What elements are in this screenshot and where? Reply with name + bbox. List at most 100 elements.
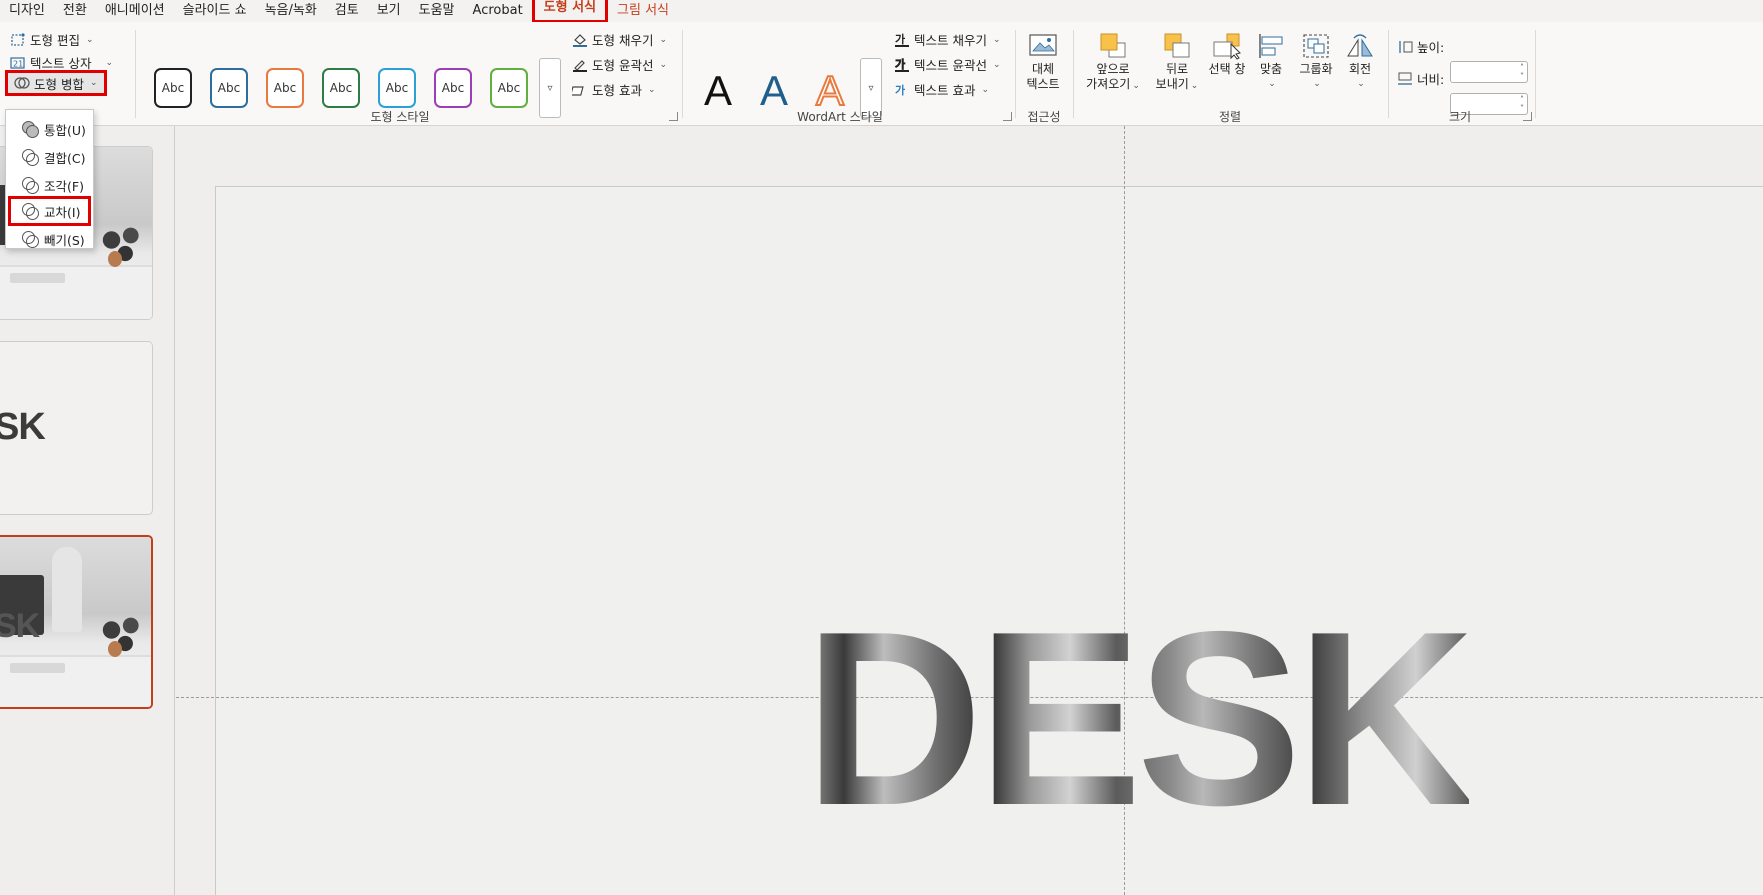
merge-shapes-icon <box>14 76 30 90</box>
chevron-down-icon: ⌄ <box>1190 81 1199 91</box>
edit-shape-icon <box>10 32 26 47</box>
wordart-style-black[interactable]: A <box>692 65 744 117</box>
height-spinner[interactable]: ˄ ˅ <box>1520 63 1524 81</box>
chevron-down-icon: ⌄ <box>1357 79 1365 89</box>
thumbnail-text: SK <box>0 406 46 448</box>
pen-icon <box>572 58 588 72</box>
chevron-down-icon: ⌄ <box>992 34 1001 45</box>
text-fill-icon: 가 <box>894 32 910 47</box>
chevron-down-icon: ⌄ <box>89 78 98 88</box>
merge-shapes-button[interactable]: 도형 병합 ⌄ <box>5 70 107 96</box>
send-backward-button[interactable]: 뒤로 보내기 ⌄ <box>1148 32 1206 94</box>
chevron-down-icon: ⌄ <box>105 57 114 68</box>
ribbon-tab-bar: 디자인 전환 애니메이션 슬라이드 쇼 녹음/녹화 검토 보기 도움말 Acro… <box>0 0 1763 23</box>
group-separator <box>1388 30 1389 118</box>
chevron-down-icon: ⌄ <box>992 59 1001 70</box>
text-effects-button[interactable]: 가 텍스트 효과 ⌄ <box>894 80 989 99</box>
svg-text:가: 가 <box>895 58 905 71</box>
tab-view[interactable]: 보기 <box>368 0 410 22</box>
wordart-launcher-icon[interactable] <box>1003 112 1012 121</box>
width-label: 너비: <box>1397 69 1444 88</box>
shape-style-lightblue[interactable]: Abc <box>378 68 416 108</box>
merge-combine-item[interactable]: 결합(C) <box>8 144 91 170</box>
chevron-down-icon: ⌄ <box>659 59 668 70</box>
shape-fill-button[interactable]: 도형 채우기 ⌄ <box>572 30 667 49</box>
send-backward-icon <box>1161 32 1193 60</box>
shape-style-lightgreen[interactable]: Abc <box>490 68 528 108</box>
text-outline-button[interactable]: 가 텍스트 윤곽선 ⌄ <box>894 55 1001 74</box>
ribbon: 도형 편집 ⌄ 21 텍스트 상자 ⌄ 도형 병합 ⌄ Abc Abc Abc Abc… <box>0 22 1763 126</box>
tab-help[interactable]: 도움말 <box>410 0 464 22</box>
chevron-down-icon: ⌄ <box>659 34 668 45</box>
paint-bucket-icon <box>572 33 588 47</box>
fragment-icon <box>22 177 39 194</box>
shape-styles-launcher-icon[interactable] <box>669 112 678 121</box>
height-icon <box>1397 40 1413 54</box>
subtract-icon <box>22 231 39 248</box>
shape-effects-button[interactable]: 도형 효과 ⌄ <box>570 80 656 99</box>
slide-thumbnail-3[interactable]: SK <box>0 535 153 709</box>
shape-style-purple[interactable]: Abc <box>434 68 472 108</box>
tab-animations[interactable]: 애니메이션 <box>96 0 174 22</box>
tab-design[interactable]: 디자인 <box>0 0 54 22</box>
chevron-down-icon: ⌄ <box>85 34 94 45</box>
shape-style-more-button[interactable]: ▿ <box>539 58 561 118</box>
wordart-group-label: WordArt 스타일 <box>797 110 883 124</box>
tab-transitions[interactable]: 전환 <box>54 0 96 22</box>
shape-style-green[interactable]: Abc <box>322 68 360 108</box>
group-separator <box>1073 30 1074 118</box>
shape-style-black[interactable]: Abc <box>154 68 192 108</box>
text-box-icon: 21 <box>10 56 26 70</box>
desk-picture-text[interactable]: DESK <box>804 594 1475 842</box>
bring-forward-button[interactable]: 앞으로 가져오기 ⌄ <box>1080 32 1146 94</box>
merge-union-item[interactable]: 통합(U) <box>8 116 91 142</box>
chevron-down-icon: ⌄ <box>647 84 656 95</box>
shape-outline-button[interactable]: 도형 윤곽선 ⌄ <box>572 55 667 74</box>
tab-acrobat[interactable]: Acrobat <box>464 0 532 22</box>
align-icon <box>1256 32 1286 60</box>
group-separator <box>135 30 136 118</box>
merge-intersect-item[interactable]: 교차(I) <box>8 196 91 226</box>
rotate-button[interactable]: 회전 ⌄ <box>1340 32 1380 92</box>
shape-effects-icon <box>570 83 588 97</box>
combine-icon <box>22 149 39 166</box>
merge-fragment-item[interactable]: 조각(F) <box>8 172 91 198</box>
group-separator <box>1535 30 1536 118</box>
intersect-icon <box>22 203 39 220</box>
shape-styles-group-label: 도형 스타일 <box>370 110 430 124</box>
width-spinner[interactable]: ˄ ˅ <box>1520 95 1524 113</box>
alt-text-button[interactable]: 대체 텍스트 <box>1022 32 1064 92</box>
chevron-down-icon: ⌄ <box>1313 79 1321 89</box>
text-effects-icon: 가 <box>894 83 910 97</box>
selection-pane-button[interactable]: 선택 창 <box>1205 32 1249 77</box>
group-separator <box>1015 30 1016 118</box>
edit-shape-button[interactable]: 도형 편집 ⌄ <box>10 30 94 49</box>
text-outline-icon: 가 <box>894 56 910 72</box>
merge-shapes-menu: 통합(U) 결합(C) 조각(F) 교차(I) 빼기(S) <box>5 109 94 249</box>
text-fill-button[interactable]: 가 텍스트 채우기 ⌄ <box>894 30 1001 49</box>
slide-thumbnail-2[interactable]: SK <box>0 341 153 515</box>
bring-forward-icon <box>1097 32 1129 60</box>
svg-text:21: 21 <box>13 59 23 68</box>
alt-text-icon <box>1028 32 1058 60</box>
shape-style-orange[interactable]: Abc <box>266 68 304 108</box>
tab-record[interactable]: 녹음/녹화 <box>256 0 326 22</box>
tab-picture-format[interactable]: 그림 서식 <box>608 0 678 22</box>
shape-style-blue[interactable]: Abc <box>210 68 248 108</box>
group-button[interactable]: 그룹화 ⌄ <box>1294 32 1338 92</box>
height-input[interactable]: ˄ ˅ <box>1450 61 1528 83</box>
size-launcher-icon[interactable] <box>1523 112 1532 121</box>
tab-shape-format[interactable]: 도형 서식 <box>531 0 609 23</box>
tab-review[interactable]: 검토 <box>326 0 368 22</box>
tab-slideshow[interactable]: 슬라이드 쇼 <box>174 0 256 22</box>
thumbnail-text: SK <box>0 607 40 645</box>
width-icon <box>1397 72 1413 86</box>
arrange-group-label: 정렬 <box>1218 110 1242 124</box>
slide-editor-canvas[interactable]: DESK <box>176 126 1763 895</box>
align-button[interactable]: 맞춤 ⌄ <box>1252 32 1290 92</box>
selection-pane-icon <box>1211 32 1243 60</box>
merge-subtract-item[interactable]: 빼기(S) <box>8 226 91 252</box>
chevron-down-icon: ⌄ <box>1268 79 1276 89</box>
size-group-label: 크기 <box>1448 110 1472 124</box>
svg-text:가: 가 <box>895 83 905 97</box>
